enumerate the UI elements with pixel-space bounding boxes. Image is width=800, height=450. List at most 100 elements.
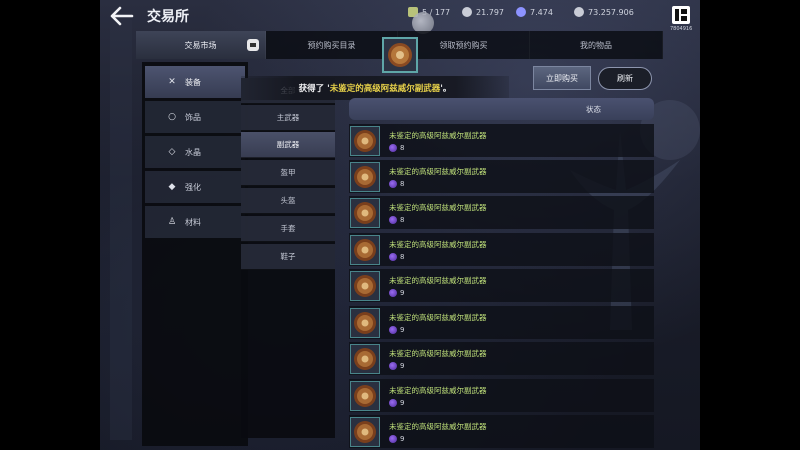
enhance-gem-icon <box>389 252 397 261</box>
enhance-gem-icon <box>389 325 397 334</box>
profile-id: 7804916 <box>670 26 693 32</box>
silver-icon <box>574 7 584 17</box>
subcategory-label: 手套 <box>280 224 296 233</box>
subcategory-label: 盔甲 <box>280 168 296 177</box>
tab-market[interactable]: 交易市场 <box>136 31 266 59</box>
item-enhance: 9 <box>400 325 405 334</box>
refresh-button[interactable]: 刷新 <box>598 67 652 90</box>
list-item[interactable]: 未鉴定的高级阿兹威尔副武器 8 <box>349 233 654 266</box>
category-equipment[interactable]: ✕ 装备 <box>145 66 245 98</box>
subcategory-helmet[interactable]: 头盔 <box>241 188 335 214</box>
item-list: 未鉴定的高级阿兹威尔副武器 8 未鉴定的高级阿兹威尔副武器 8 未鉴定的高级阿兹… <box>349 124 654 450</box>
category-panel: ✕ 装备 ○ 饰品 ◇ 水晶 ◆ 强化 ♙ 材料 <box>142 62 248 446</box>
enhance-gem-icon <box>389 361 397 370</box>
list-item[interactable]: 未鉴定的高级阿兹威尔副武器 8 <box>349 124 654 157</box>
list-item[interactable]: 未鉴定的高级阿兹威尔副武器 9 <box>349 269 654 302</box>
silver-count: 73.257.906 <box>574 7 634 17</box>
category-label: 水晶 <box>185 147 201 157</box>
enhance-gem-icon <box>389 288 397 297</box>
potion-icon: ♙ <box>167 217 177 227</box>
subcategory-main-weapon[interactable]: 主武器 <box>241 105 335 131</box>
subcategory-gloves[interactable]: 手套 <box>241 216 335 242</box>
shield-item-icon <box>350 125 380 156</box>
crystal-icon: ◇ <box>168 147 176 157</box>
enhance-gem-icon <box>389 398 397 407</box>
shield-item-icon <box>350 380 380 411</box>
silver-coin-value: 21.797 <box>476 7 504 17</box>
subcategory-label: 副武器 <box>276 140 300 149</box>
item-enhance: 9 <box>400 361 405 370</box>
letterbox-right <box>700 0 800 450</box>
tab-reserve-list[interactable]: 预约购买目录 <box>266 31 398 59</box>
list-item[interactable]: 未鉴定的高级阿兹威尔副武器 9 <box>349 415 654 448</box>
game-screen: 交易所 5 / 177 21.797 7.474 73.257.906 7804… <box>100 0 700 450</box>
category-material[interactable]: ♙ 材料 <box>145 206 245 238</box>
silver-coin-count: 21.797 <box>462 7 504 17</box>
ring-icon: ○ <box>168 112 176 122</box>
item-enhance: 8 <box>400 179 405 188</box>
category-label: 装备 <box>185 77 201 87</box>
category-enhance[interactable]: ◆ 强化 <box>145 171 245 203</box>
tab-label: 领取预约购买 <box>439 40 488 50</box>
enhance-gem-icon <box>389 143 397 152</box>
shield-item-icon <box>350 197 380 228</box>
enhance-icon: ◆ <box>168 182 176 192</box>
subcategory-panel: 全部 主武器 副武器 盔甲 头盔 手套 鞋子 <box>241 78 335 438</box>
category-label: 饰品 <box>185 112 201 122</box>
star-gem-icon <box>516 7 526 17</box>
sword-cross-icon: ✕ <box>168 77 176 87</box>
subcategory-shoes[interactable]: 鞋子 <box>241 244 335 270</box>
list-header: 状态 <box>349 98 654 120</box>
profile-icon <box>672 6 690 24</box>
list-item[interactable]: 未鉴定的高级阿兹威尔副武器 8 <box>349 160 654 193</box>
toast-suffix: '。 <box>440 84 452 94</box>
tab-label: 预约购买目录 <box>307 40 356 50</box>
letterbox-left <box>0 0 100 450</box>
enhance-gem-icon <box>389 215 397 224</box>
item-name: 未鉴定的高级阿兹威尔副武器 <box>389 421 487 431</box>
buy-now-button[interactable]: 立即购买 <box>533 66 591 90</box>
category-crystal[interactable]: ◇ 水晶 <box>145 136 245 168</box>
item-enhance: 8 <box>400 252 405 261</box>
shield-item-icon <box>350 161 380 192</box>
star-gem-value: 7.474 <box>530 7 553 17</box>
acquired-item-icon <box>382 37 418 73</box>
item-enhance: 9 <box>400 434 405 443</box>
tab-my-items[interactable]: 我的物品 <box>530 31 663 59</box>
toast-prefix: 获得了 ' <box>298 84 330 94</box>
category-label: 材料 <box>185 217 201 227</box>
item-enhance: 9 <box>400 398 405 407</box>
profile-badge[interactable]: 7804916 <box>670 6 692 38</box>
page-title: 交易所 <box>147 9 189 25</box>
item-enhance: 8 <box>400 215 405 224</box>
list-item[interactable]: 未鉴定的高级阿兹威尔副武器 9 <box>349 306 654 339</box>
item-enhance: 9 <box>400 288 405 297</box>
silver-coin-icon <box>462 7 472 17</box>
subcategory-label: 头盔 <box>280 196 296 205</box>
item-name: 未鉴定的高级阿兹威尔副武器 <box>389 312 487 322</box>
category-accessory[interactable]: ○ 饰品 <box>145 101 245 133</box>
subcategory-sub-weapon[interactable]: 副武器 <box>241 132 335 158</box>
list-item[interactable]: 未鉴定的高级阿兹威尔副武器 9 <box>349 379 654 412</box>
item-name: 未鉴定的高级阿兹威尔副武器 <box>389 348 487 358</box>
silver-value: 73.257.906 <box>588 7 634 17</box>
item-name: 未鉴定的高级阿兹威尔副武器 <box>389 275 487 285</box>
list-item[interactable]: 未鉴定的高级阿兹威尔副武器 8 <box>349 196 654 229</box>
tab-info-icon <box>247 39 259 51</box>
item-enhance: 8 <box>400 143 405 152</box>
list-item[interactable]: 未鉴定的高级阿兹威尔副武器 9 <box>349 342 654 375</box>
star-gem-count: 7.474 <box>516 7 553 17</box>
subcategory-label: 主武器 <box>276 113 300 122</box>
item-name: 未鉴定的高级阿兹威尔副武器 <box>389 166 487 176</box>
shield-item-icon <box>350 343 380 374</box>
back-arrow-icon[interactable] <box>110 5 134 27</box>
item-name: 未鉴定的高级阿兹威尔副武器 <box>389 202 487 212</box>
subcategory-label: 鞋子 <box>280 252 296 261</box>
shield-item-icon <box>350 234 380 265</box>
tab-label: 我的物品 <box>580 40 612 50</box>
item-name: 未鉴定的高级阿兹威尔副武器 <box>389 385 487 395</box>
acquired-notification: 获得了 ' 未鉴定的高级阿兹威尔副武器 '。 <box>241 76 509 100</box>
item-name: 未鉴定的高级阿兹威尔副武器 <box>389 239 487 249</box>
tab-label: 交易市场 <box>184 40 217 50</box>
subcategory-armor[interactable]: 盔甲 <box>241 160 335 186</box>
